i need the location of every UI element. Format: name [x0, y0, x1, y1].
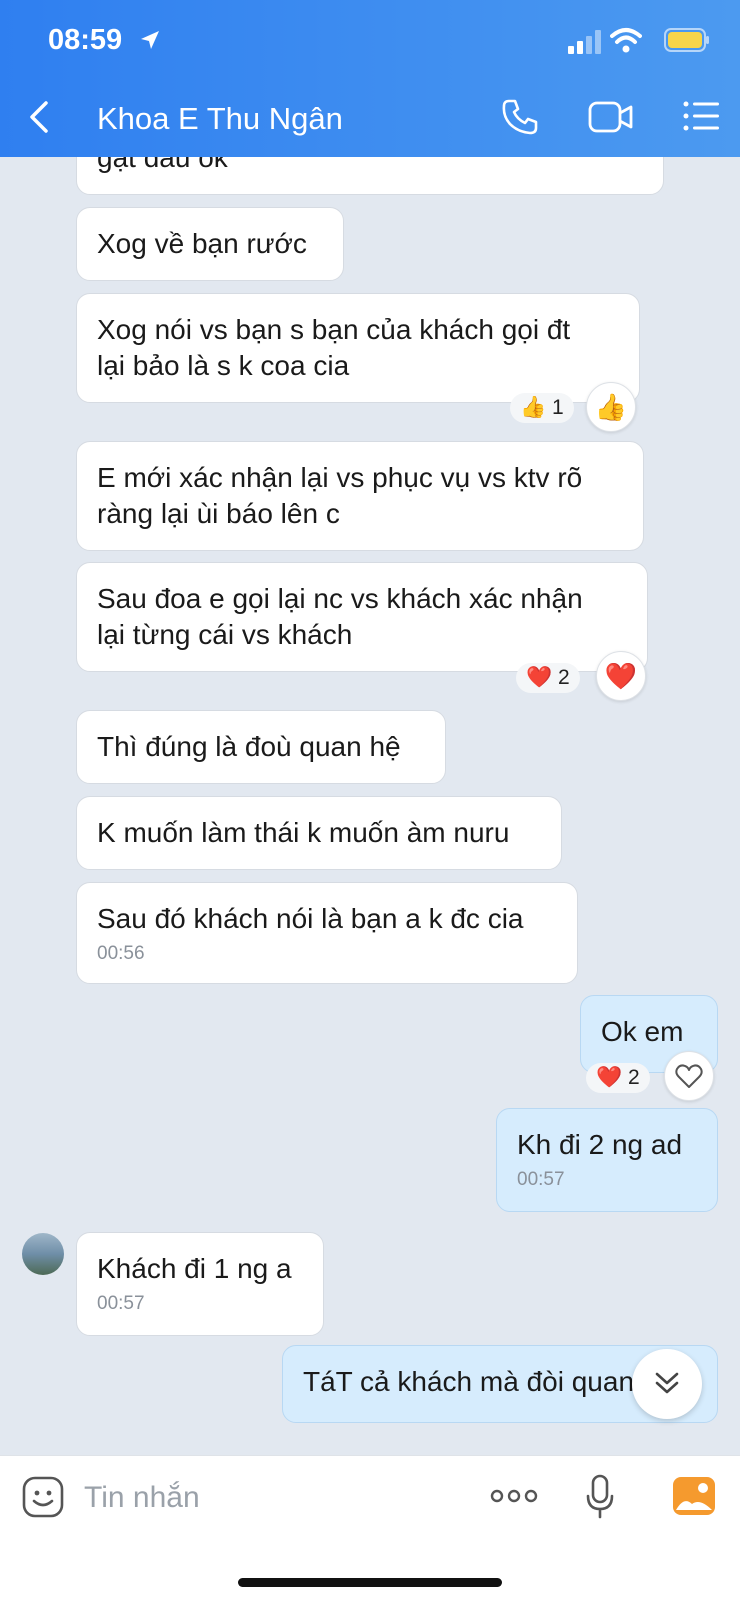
- message-bubble-incoming[interactable]: E mới xác nhận lại vs phục vụ vs ktv rõ …: [76, 441, 644, 551]
- message-text: Thì đúng là đoù quan hệ: [97, 731, 401, 762]
- message-text: TáT cả khách mà đòi quan hệ: [303, 1366, 673, 1397]
- react-heart-button[interactable]: ❤️: [596, 651, 646, 701]
- thumbs-up-icon: 👍: [594, 391, 628, 422]
- message-timestamp: 00:56: [97, 943, 145, 964]
- reaction-count[interactable]: ❤️ 2: [516, 663, 580, 693]
- message-text: Khách đi 1 ng a: [97, 1253, 292, 1284]
- message-input[interactable]: [84, 1474, 464, 1522]
- message-bubble-incoming[interactable]: Thì đúng là đoù quan hệ: [76, 710, 446, 784]
- heart-icon: ❤️: [596, 1066, 623, 1089]
- message-text: K muốn làm thái k muốn àm nuru: [97, 817, 510, 848]
- microphone-icon[interactable]: [585, 1474, 615, 1520]
- message-bubble-incoming[interactable]: K muốn làm thái k muốn àm nuru: [76, 796, 562, 870]
- video-call-icon[interactable]: [588, 99, 634, 135]
- thumbs-up-icon: 👍: [520, 396, 547, 419]
- message-bubble-incoming[interactable]: Sau đoa e gọi lại nc vs khách xác nhận l…: [76, 562, 648, 672]
- menu-list-icon[interactable]: [682, 99, 720, 133]
- avatar[interactable]: [22, 1233, 64, 1275]
- message-text: Sau đó khách nói là bạn a k đc cia: [97, 903, 524, 934]
- message-text: Kh đi 2 ng ad: [517, 1129, 683, 1160]
- message-text: Ok em: [601, 1016, 684, 1047]
- battery-icon: [664, 28, 709, 52]
- chat-header: 08:59 Khoa E Thu Ngân: [0, 0, 740, 157]
- message-text: gật đầu ok: [97, 157, 228, 173]
- message-composer: [0, 1455, 740, 1600]
- back-chevron-icon[interactable]: [26, 99, 52, 135]
- phone-call-icon[interactable]: [500, 97, 540, 137]
- message-text: Xog nói vs bạn s bạn của khách gọi đt lạ…: [97, 314, 571, 381]
- message-bubble-incoming[interactable]: Xog nói vs bạn s bạn của khách gọi đt lạ…: [76, 293, 640, 403]
- scroll-to-bottom-button[interactable]: [632, 1349, 702, 1419]
- nav-bar: Khoa E Thu Ngân: [0, 95, 740, 141]
- chat-title[interactable]: Khoa E Thu Ngân: [97, 101, 343, 137]
- message-text: Sau đoa e gọi lại nc vs khách xác nhận l…: [97, 583, 583, 650]
- heart-icon: ❤️: [526, 666, 553, 689]
- location-arrow-icon: [141, 31, 159, 49]
- message-timestamp: 00:57: [517, 1169, 565, 1190]
- home-indicator: [238, 1578, 502, 1587]
- message-bubble-outgoing[interactable]: Kh đi 2 ng ad 00:57: [496, 1108, 718, 1212]
- message-text: E mới xác nhận lại vs phục vụ vs ktv rõ …: [97, 462, 583, 529]
- double-chevron-down-icon: [655, 1372, 679, 1394]
- heart-icon: ❤️: [604, 660, 638, 691]
- image-gallery-icon[interactable]: [672, 1476, 716, 1516]
- sticker-face-icon[interactable]: [22, 1476, 64, 1518]
- message-timestamp: 00:57: [97, 1293, 145, 1314]
- react-thumbs-up-button[interactable]: 👍: [586, 382, 636, 432]
- reaction-count[interactable]: 👍 1: [510, 393, 574, 423]
- cellular-signal-icon: [568, 30, 601, 54]
- message-bubble-incoming[interactable]: Khách đi 1 ng a 00:57: [76, 1232, 324, 1336]
- message-bubble-incoming[interactable]: Sau đó khách nói là bạn a k đc cia 00:56: [76, 882, 578, 984]
- status-time: 08:59: [48, 24, 123, 56]
- message-text: Xog về bạn rước: [97, 228, 307, 259]
- react-heart-outline-button[interactable]: [664, 1051, 714, 1101]
- message-bubble-incoming[interactable]: gật đầu ok: [76, 157, 664, 195]
- message-bubble-incoming[interactable]: Xog về bạn rước: [76, 207, 344, 281]
- more-options-icon[interactable]: [490, 1486, 538, 1506]
- heart-outline-icon: [675, 1064, 703, 1088]
- status-bar: 08:59: [48, 22, 710, 62]
- message-list[interactable]: gật đầu ok Xog về bạn rước Xog nói vs bạ…: [0, 157, 740, 1455]
- wifi-icon: [610, 28, 642, 53]
- reaction-count[interactable]: ❤️ 2: [586, 1063, 650, 1093]
